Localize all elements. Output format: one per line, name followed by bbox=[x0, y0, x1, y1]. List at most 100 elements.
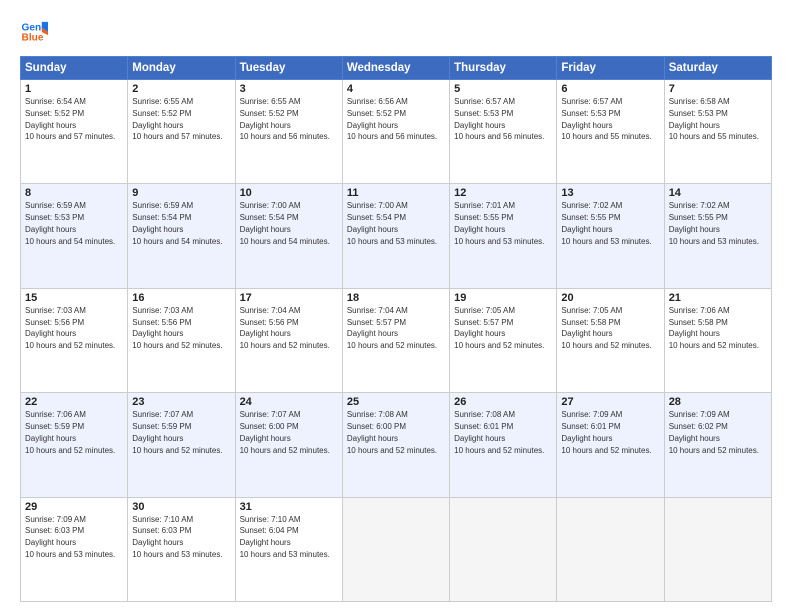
day-number: 3 bbox=[240, 83, 338, 95]
page: General Blue SundayMondayTuesdayWednesda… bbox=[0, 0, 792, 612]
calendar-cell: 29 Sunrise: 7:09 AMSunset: 6:03 PMDaylig… bbox=[21, 497, 128, 601]
dow-header: Monday bbox=[128, 57, 235, 80]
day-number: 10 bbox=[240, 187, 338, 199]
dow-header: Sunday bbox=[21, 57, 128, 80]
calendar-cell bbox=[557, 497, 664, 601]
day-number: 9 bbox=[132, 187, 230, 199]
day-number: 2 bbox=[132, 83, 230, 95]
day-number: 8 bbox=[25, 187, 123, 199]
calendar-cell: 16 Sunrise: 7:03 AMSunset: 5:56 PMDaylig… bbox=[128, 288, 235, 392]
day-number: 26 bbox=[454, 396, 552, 408]
day-info: Sunrise: 6:55 AMSunset: 5:52 PMDaylight … bbox=[240, 97, 330, 141]
day-info: Sunrise: 6:57 AMSunset: 5:53 PMDaylight … bbox=[561, 97, 651, 141]
day-info: Sunrise: 7:00 AMSunset: 5:54 PMDaylight … bbox=[347, 201, 437, 245]
day-number: 5 bbox=[454, 83, 552, 95]
day-number: 1 bbox=[25, 83, 123, 95]
day-number: 31 bbox=[240, 501, 338, 513]
calendar-cell: 30 Sunrise: 7:10 AMSunset: 6:03 PMDaylig… bbox=[128, 497, 235, 601]
calendar-cell: 17 Sunrise: 7:04 AMSunset: 5:56 PMDaylig… bbox=[235, 288, 342, 392]
calendar-cell: 15 Sunrise: 7:03 AMSunset: 5:56 PMDaylig… bbox=[21, 288, 128, 392]
calendar-cell: 26 Sunrise: 7:08 AMSunset: 6:01 PMDaylig… bbox=[450, 393, 557, 497]
calendar-cell: 10 Sunrise: 7:00 AMSunset: 5:54 PMDaylig… bbox=[235, 184, 342, 288]
day-number: 25 bbox=[347, 396, 445, 408]
day-info: Sunrise: 6:59 AMSunset: 5:53 PMDaylight … bbox=[25, 201, 115, 245]
day-number: 6 bbox=[561, 83, 659, 95]
calendar-cell: 11 Sunrise: 7:00 AMSunset: 5:54 PMDaylig… bbox=[342, 184, 449, 288]
day-number: 12 bbox=[454, 187, 552, 199]
day-info: Sunrise: 6:56 AMSunset: 5:52 PMDaylight … bbox=[347, 97, 437, 141]
day-number: 27 bbox=[561, 396, 659, 408]
calendar-cell: 20 Sunrise: 7:05 AMSunset: 5:58 PMDaylig… bbox=[557, 288, 664, 392]
day-info: Sunrise: 7:03 AMSunset: 5:56 PMDaylight … bbox=[132, 306, 222, 350]
header: General Blue bbox=[20, 18, 772, 46]
day-number: 13 bbox=[561, 187, 659, 199]
calendar-week: 22 Sunrise: 7:06 AMSunset: 5:59 PMDaylig… bbox=[21, 393, 772, 497]
day-info: Sunrise: 7:04 AMSunset: 5:56 PMDaylight … bbox=[240, 306, 330, 350]
calendar-cell: 8 Sunrise: 6:59 AMSunset: 5:53 PMDayligh… bbox=[21, 184, 128, 288]
calendar-cell: 22 Sunrise: 7:06 AMSunset: 5:59 PMDaylig… bbox=[21, 393, 128, 497]
svg-text:Blue: Blue bbox=[22, 33, 44, 44]
day-info: Sunrise: 7:09 AMSunset: 6:03 PMDaylight … bbox=[25, 515, 115, 559]
day-info: Sunrise: 7:00 AMSunset: 5:54 PMDaylight … bbox=[240, 201, 330, 245]
calendar-cell bbox=[342, 497, 449, 601]
day-info: Sunrise: 7:09 AMSunset: 6:02 PMDaylight … bbox=[669, 410, 759, 454]
day-info: Sunrise: 7:07 AMSunset: 6:00 PMDaylight … bbox=[240, 410, 330, 454]
day-number: 30 bbox=[132, 501, 230, 513]
calendar-cell: 24 Sunrise: 7:07 AMSunset: 6:00 PMDaylig… bbox=[235, 393, 342, 497]
day-info: Sunrise: 6:59 AMSunset: 5:54 PMDaylight … bbox=[132, 201, 222, 245]
day-info: Sunrise: 6:54 AMSunset: 5:52 PMDaylight … bbox=[25, 97, 115, 141]
day-number: 4 bbox=[347, 83, 445, 95]
day-info: Sunrise: 6:55 AMSunset: 5:52 PMDaylight … bbox=[132, 97, 222, 141]
day-number: 19 bbox=[454, 292, 552, 304]
day-number: 28 bbox=[669, 396, 767, 408]
logo: General Blue bbox=[20, 18, 48, 46]
day-number: 15 bbox=[25, 292, 123, 304]
calendar-cell: 25 Sunrise: 7:08 AMSunset: 6:00 PMDaylig… bbox=[342, 393, 449, 497]
day-info: Sunrise: 7:08 AMSunset: 6:01 PMDaylight … bbox=[454, 410, 544, 454]
calendar-week: 8 Sunrise: 6:59 AMSunset: 5:53 PMDayligh… bbox=[21, 184, 772, 288]
calendar-week: 1 Sunrise: 6:54 AMSunset: 5:52 PMDayligh… bbox=[21, 80, 772, 184]
day-number: 20 bbox=[561, 292, 659, 304]
day-number: 29 bbox=[25, 501, 123, 513]
calendar-cell: 31 Sunrise: 7:10 AMSunset: 6:04 PMDaylig… bbox=[235, 497, 342, 601]
day-number: 23 bbox=[132, 396, 230, 408]
day-number: 22 bbox=[25, 396, 123, 408]
dow-header: Tuesday bbox=[235, 57, 342, 80]
dow-header: Friday bbox=[557, 57, 664, 80]
calendar-cell: 2 Sunrise: 6:55 AMSunset: 5:52 PMDayligh… bbox=[128, 80, 235, 184]
day-info: Sunrise: 7:03 AMSunset: 5:56 PMDaylight … bbox=[25, 306, 115, 350]
dow-header: Wednesday bbox=[342, 57, 449, 80]
calendar-cell: 14 Sunrise: 7:02 AMSunset: 5:55 PMDaylig… bbox=[664, 184, 771, 288]
calendar-cell: 7 Sunrise: 6:58 AMSunset: 5:53 PMDayligh… bbox=[664, 80, 771, 184]
calendar-cell: 1 Sunrise: 6:54 AMSunset: 5:52 PMDayligh… bbox=[21, 80, 128, 184]
calendar-cell: 18 Sunrise: 7:04 AMSunset: 5:57 PMDaylig… bbox=[342, 288, 449, 392]
day-info: Sunrise: 7:05 AMSunset: 5:58 PMDaylight … bbox=[561, 306, 651, 350]
day-number: 24 bbox=[240, 396, 338, 408]
calendar-cell bbox=[664, 497, 771, 601]
calendar-cell: 13 Sunrise: 7:02 AMSunset: 5:55 PMDaylig… bbox=[557, 184, 664, 288]
calendar-body: 1 Sunrise: 6:54 AMSunset: 5:52 PMDayligh… bbox=[21, 80, 772, 602]
day-info: Sunrise: 7:10 AMSunset: 6:04 PMDaylight … bbox=[240, 515, 330, 559]
day-info: Sunrise: 7:06 AMSunset: 5:59 PMDaylight … bbox=[25, 410, 115, 454]
day-number: 11 bbox=[347, 187, 445, 199]
day-info: Sunrise: 7:02 AMSunset: 5:55 PMDaylight … bbox=[669, 201, 759, 245]
calendar-week: 29 Sunrise: 7:09 AMSunset: 6:03 PMDaylig… bbox=[21, 497, 772, 601]
day-info: Sunrise: 7:02 AMSunset: 5:55 PMDaylight … bbox=[561, 201, 651, 245]
calendar-cell: 12 Sunrise: 7:01 AMSunset: 5:55 PMDaylig… bbox=[450, 184, 557, 288]
day-number: 18 bbox=[347, 292, 445, 304]
calendar-cell: 6 Sunrise: 6:57 AMSunset: 5:53 PMDayligh… bbox=[557, 80, 664, 184]
day-of-week-row: SundayMondayTuesdayWednesdayThursdayFrid… bbox=[21, 57, 772, 80]
calendar-cell: 23 Sunrise: 7:07 AMSunset: 5:59 PMDaylig… bbox=[128, 393, 235, 497]
day-info: Sunrise: 7:06 AMSunset: 5:58 PMDaylight … bbox=[669, 306, 759, 350]
calendar-cell: 3 Sunrise: 6:55 AMSunset: 5:52 PMDayligh… bbox=[235, 80, 342, 184]
calendar-cell: 21 Sunrise: 7:06 AMSunset: 5:58 PMDaylig… bbox=[664, 288, 771, 392]
day-info: Sunrise: 7:05 AMSunset: 5:57 PMDaylight … bbox=[454, 306, 544, 350]
day-info: Sunrise: 6:58 AMSunset: 5:53 PMDaylight … bbox=[669, 97, 759, 141]
calendar-cell: 27 Sunrise: 7:09 AMSunset: 6:01 PMDaylig… bbox=[557, 393, 664, 497]
day-info: Sunrise: 7:08 AMSunset: 6:00 PMDaylight … bbox=[347, 410, 437, 454]
day-info: Sunrise: 7:01 AMSunset: 5:55 PMDaylight … bbox=[454, 201, 544, 245]
dow-header: Thursday bbox=[450, 57, 557, 80]
day-info: Sunrise: 7:04 AMSunset: 5:57 PMDaylight … bbox=[347, 306, 437, 350]
day-number: 17 bbox=[240, 292, 338, 304]
calendar-cell: 5 Sunrise: 6:57 AMSunset: 5:53 PMDayligh… bbox=[450, 80, 557, 184]
